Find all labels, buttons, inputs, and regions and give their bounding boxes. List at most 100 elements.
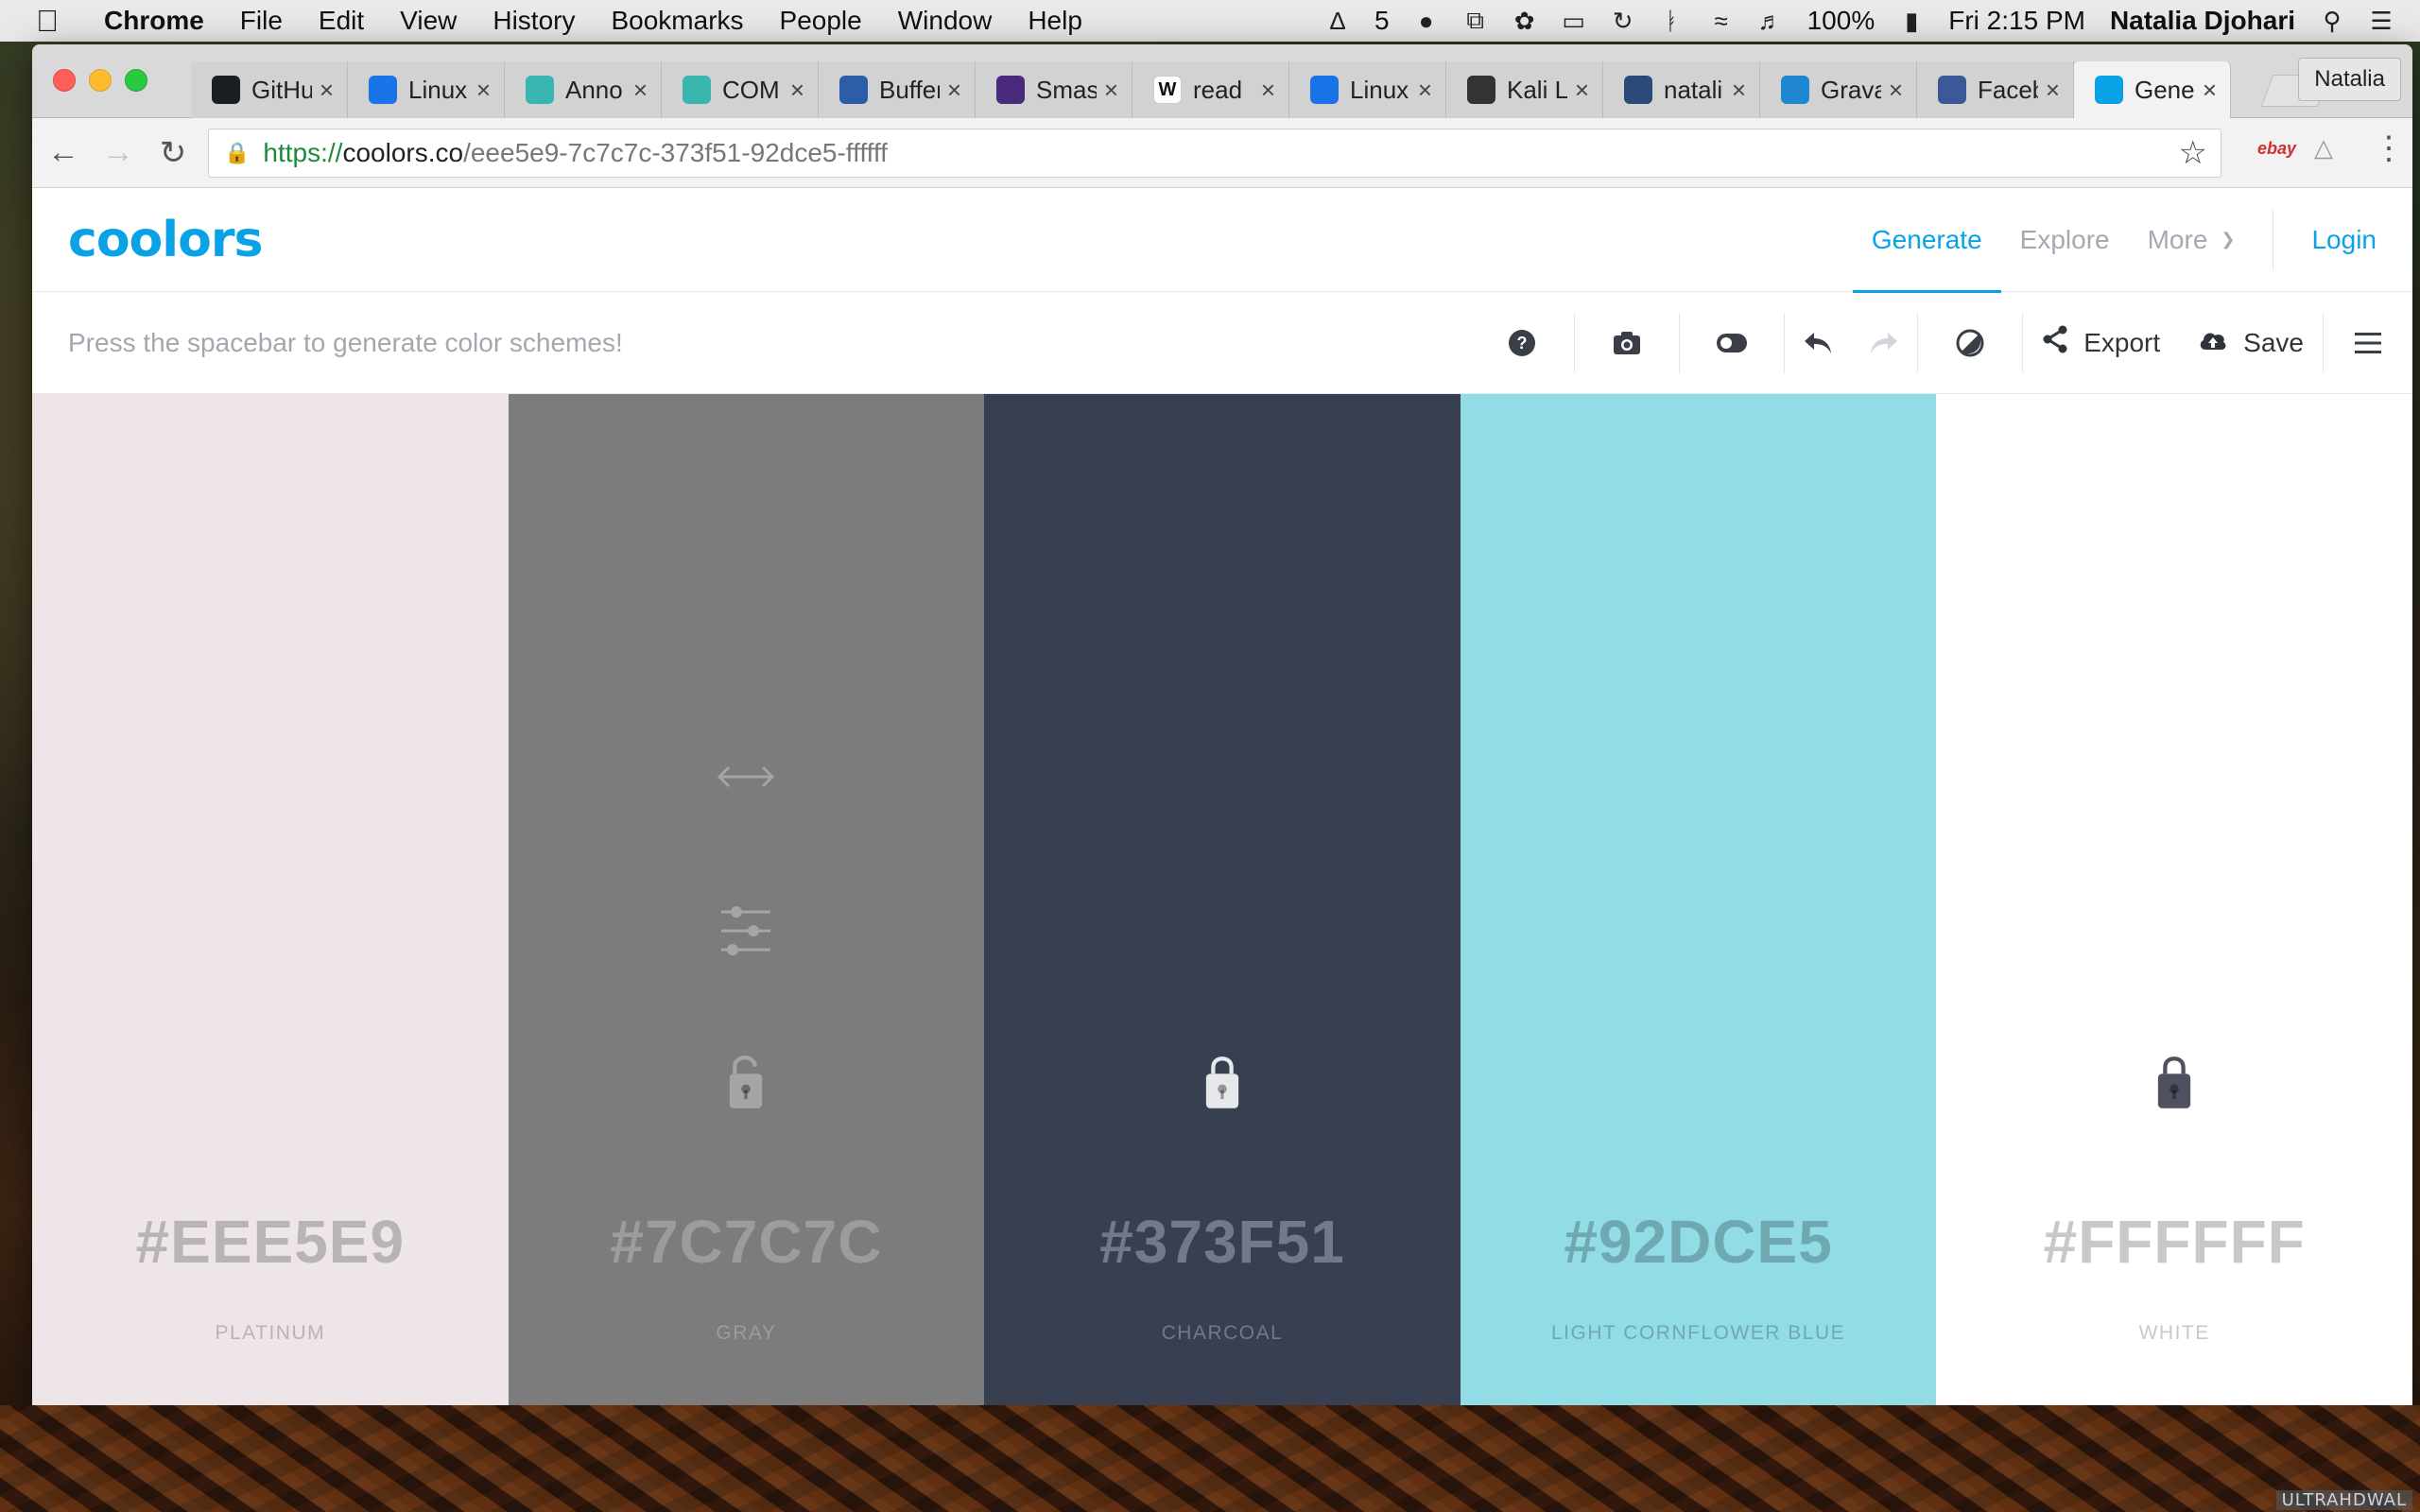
browser-tab[interactable]: Gene × [2074,61,2231,118]
bluetooth-icon[interactable]: ᛓ [1660,7,1685,36]
nav-explore[interactable]: Explore [2001,188,2129,292]
help-icon[interactable]: ? [1470,292,1574,394]
tab-close-icon[interactable]: × [947,76,961,105]
camera-icon[interactable] [1575,292,1679,394]
undo-icon[interactable] [1785,292,1851,394]
tab-close-icon[interactable]: × [320,76,334,105]
contrast-icon[interactable] [1918,292,2022,394]
profile-button[interactable]: Natalia [2298,58,2401,101]
com-icon [683,76,711,104]
tab-close-icon[interactable]: × [1732,76,1746,105]
secure-lock-icon: 🔒 [224,141,251,164]
tab-close-icon[interactable]: × [2203,76,2217,105]
tab-close-icon[interactable]: × [1889,76,1903,105]
menu-history[interactable]: History [493,6,575,36]
adobe-creative-cloud-icon[interactable]: Δ [1325,7,1350,36]
color-hex-code[interactable]: #92DCE5 [1461,1207,1937,1277]
bookmark-star-icon[interactable]: ☆ [2179,134,2207,172]
color-hex-code[interactable]: #373F51 [984,1207,1461,1277]
volume-icon[interactable]: ♬ [1758,7,1783,36]
menu-view[interactable]: View [400,6,457,36]
menubar-user[interactable]: Natalia Djohari [2110,6,2295,36]
tab-close-icon[interactable]: × [1418,76,1432,105]
menu-edit[interactable]: Edit [319,6,364,36]
line-app-icon[interactable]: ● [1414,7,1439,36]
chrome-menu-icon[interactable]: ⋮ [2373,129,2405,167]
coolors-logo[interactable]: coolors [68,212,263,268]
tab-title: Linux [408,75,468,104]
export-button[interactable]: Export [2023,292,2179,394]
address-bar[interactable]: 🔒 https:// coolors.co /eee5e9-7c7c7c-373… [208,129,2221,178]
back-button[interactable]: ← [40,129,87,177]
redo-icon[interactable] [1851,292,1917,394]
tab-close-icon[interactable]: × [1104,76,1118,105]
tab-close-icon[interactable]: × [476,76,491,105]
browser-tab[interactable]: natali × [1603,61,1760,118]
nav-login[interactable]: Login [2292,188,2395,292]
menu-file[interactable]: File [240,6,283,36]
airplay-icon[interactable]: ▭ [1562,7,1586,36]
hamburger-menu-icon[interactable] [2324,292,2412,394]
reload-button[interactable]: ↻ [149,129,197,177]
browser-tab[interactable]: Wread × [1132,61,1289,118]
color-swatch[interactable]: #FFFFFF WHITE [1936,394,2412,1405]
menubar-clock[interactable]: Fri 2:15 PM [1948,6,2085,36]
browser-tab[interactable]: COM × [662,61,819,118]
time-machine-icon[interactable]: ↻ [1611,7,1635,36]
color-name: GRAY [716,1322,777,1344]
color-swatch[interactable]: #92DCE5 LIGHT CORNFLOWER BLUE [1460,394,1937,1405]
drive-extension-icon[interactable]: △ [2314,133,2333,163]
color-swatch[interactable]: #EEE5E9 PLATINUM [32,394,509,1405]
paw-icon[interactable]: ✿ [1512,7,1537,36]
screen-capture-icon[interactable]: ⧉ [1463,6,1488,36]
tab-close-icon[interactable]: × [633,76,648,105]
forward-button[interactable]: → [95,129,142,177]
browser-tab[interactable]: Smas × [976,61,1132,118]
site-nav: Generate Explore More ❯ Login [1852,188,2412,293]
tab-close-icon[interactable]: × [1261,76,1275,105]
menu-help[interactable]: Help [1028,6,1082,36]
toggle-icon[interactable] [1680,292,1784,394]
window-close-button[interactable] [53,69,76,92]
ebay-extension-icon[interactable]: ebay [2257,139,2296,159]
browser-tab[interactable]: Faceb × [1917,61,2074,118]
menu-people[interactable]: People [780,6,862,36]
browser-tab[interactable]: Buffer × [819,61,976,118]
nav-more[interactable]: More ❯ [2129,188,2255,292]
color-hex-code[interactable]: #EEE5E9 [32,1207,509,1277]
drag-move-icon[interactable] [509,763,985,791]
spotlight-search-icon[interactable]: ⚲ [2320,7,2344,36]
color-swatch[interactable]: #7C7C7C GRAY [508,394,985,1405]
window-maximize-button[interactable] [125,69,147,92]
lock-icon[interactable] [984,1056,1461,1112]
unlock-icon[interactable] [509,1056,985,1112]
tab-close-icon[interactable]: × [1575,76,1589,105]
menu-window[interactable]: Window [898,6,993,36]
tab-close-icon[interactable]: × [2046,76,2060,105]
menu-app-name[interactable]: Chrome [104,6,204,36]
color-name: CHARCOAL [1161,1322,1284,1344]
tab-close-icon[interactable]: × [790,76,804,105]
apple-menu-icon[interactable]:  [36,4,78,39]
browser-tab[interactable]: Linux × [348,61,505,118]
window-minimize-button[interactable] [89,69,112,92]
export-label: Export [2083,327,2161,357]
browser-tab[interactable]: GitHub × [191,61,348,118]
menu-bookmarks[interactable]: Bookmarks [611,6,743,36]
spacebar-hint: Press the spacebar to generate color sch… [68,327,623,357]
color-swatch[interactable]: #373F51 CHARCOAL [984,394,1461,1405]
notification-center-icon[interactable]: ☰ [2369,7,2394,36]
browser-tab[interactable]: Anno × [505,61,662,118]
wifi-icon[interactable]: ≈ [1709,7,1734,36]
nav-generate[interactable]: Generate [1852,188,2001,293]
adjust-sliders-icon[interactable] [509,904,985,957]
browser-tab[interactable]: Kali L × [1446,61,1603,118]
url-path: /eee5e9-7c7c7c-373f51-92dce5-ffffff [463,138,888,167]
save-button[interactable]: Save [2179,292,2323,394]
color-hex-code[interactable]: #7C7C7C [509,1207,985,1277]
lock-icon[interactable] [1936,1056,2412,1112]
battery-icon[interactable]: ▮ [1899,7,1924,36]
browser-tab[interactable]: Grava × [1760,61,1917,118]
color-hex-code[interactable]: #FFFFFF [1936,1207,2412,1277]
browser-tab[interactable]: Linux × [1289,61,1446,118]
